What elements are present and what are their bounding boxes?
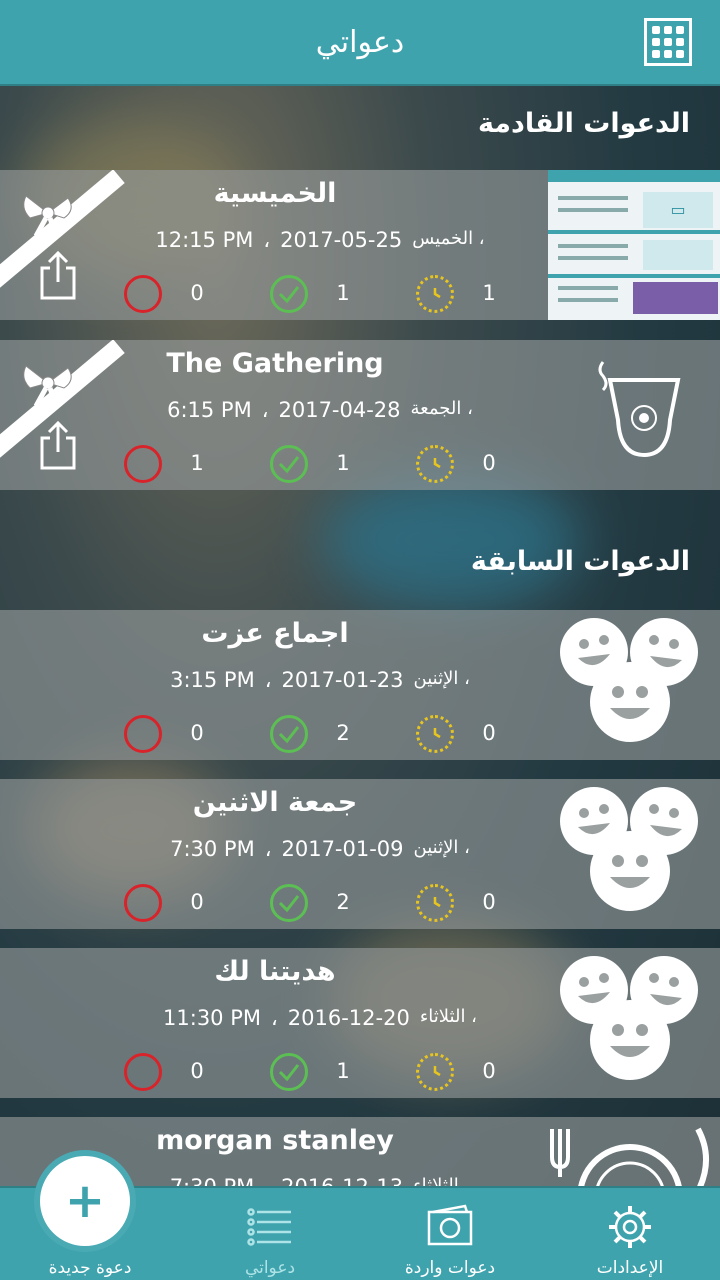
separator: ، — [271, 1006, 278, 1030]
invite-card[interactable]: جمعة الاثنين 7:30 PM ، 2017-01-09 الإثني… — [0, 779, 720, 929]
share-icon[interactable] — [38, 420, 78, 472]
accepted-count: 1 — [336, 281, 350, 305]
tab-my-invites[interactable]: دعواتي — [180, 1188, 360, 1280]
pending-clock-icon — [416, 715, 454, 753]
section-title-upcoming: الدعوات القادمة — [477, 108, 690, 139]
screenshot-thumbnail: ▭ — [548, 170, 720, 320]
accepted-icon — [270, 884, 308, 922]
separator: ، — [261, 398, 269, 422]
declined-icon — [124, 715, 162, 753]
tab-settings[interactable]: الإعدادات — [540, 1188, 720, 1280]
invite-date: 2017-05-25 — [280, 228, 403, 252]
invite-day: الإثنين ، — [413, 837, 470, 858]
incoming-card-icon — [427, 1204, 473, 1246]
svg-text:▭: ▭ — [670, 200, 685, 219]
smiley-group-icon — [560, 787, 698, 911]
tab-label: الإعدادات — [596, 1258, 664, 1278]
invite-date: 2017-01-09 — [281, 837, 404, 861]
invite-card[interactable]: الخميسية 12:15 PM ، 2017-05-25 الخميس ، … — [0, 170, 720, 320]
declined-count: 0 — [190, 1059, 204, 1083]
rsvp-stats: 0 1 0 — [120, 1053, 510, 1093]
invite-date: 2017-01-23 — [281, 668, 404, 692]
invite-time: 7:30 PM — [170, 837, 255, 861]
invite-name: The Gathering — [166, 348, 384, 379]
pending-count: 0 — [482, 1059, 496, 1083]
accepted-count: 1 — [336, 451, 350, 475]
invite-time: 11:30 PM — [163, 1006, 261, 1030]
plate-cutlery-icon — [550, 1127, 709, 1197]
tab-incoming[interactable]: دعوات واردة — [360, 1188, 540, 1280]
pending-clock-icon — [416, 275, 454, 313]
invite-time: 3:15 PM — [170, 668, 255, 692]
accepted-icon — [270, 715, 308, 753]
invite-day: الإثنين ، — [413, 668, 470, 689]
pending-clock-icon — [416, 445, 454, 483]
declined-icon — [124, 1053, 162, 1091]
background-bokeh — [320, 470, 580, 610]
pending-count: 0 — [482, 451, 496, 475]
invite-card[interactable]: The Gathering 6:15 PM ، 2017-04-28 الجمع… — [0, 340, 720, 490]
rsvp-stats: 0 2 0 — [120, 715, 510, 755]
invite-datetime: 3:15 PM ، 2017-01-23 الإثنين ، — [90, 668, 550, 692]
pending-clock-icon — [416, 884, 454, 922]
tab-label: دعوات واردة — [404, 1258, 496, 1278]
tab-label: دعوة جديدة — [48, 1258, 132, 1278]
invite-time: 12:15 PM — [155, 228, 254, 252]
separator: ، — [263, 228, 271, 252]
accepted-count: 2 — [336, 721, 350, 745]
coffee-cup-icon — [598, 361, 681, 458]
new-invite-button[interactable]: + — [34, 1150, 136, 1252]
invite-day: الجمعة ، — [410, 398, 473, 419]
invite-card[interactable]: اجماع عزت 3:15 PM ، 2017-01-23 الإثنين ،… — [0, 610, 720, 760]
invite-time: 6:15 PM — [167, 398, 252, 422]
grid-logo-icon[interactable] — [644, 18, 692, 66]
invite-day: الخميس ، — [412, 228, 485, 249]
rsvp-stats: 0 1 1 — [120, 275, 510, 315]
accepted-icon — [270, 275, 308, 313]
accepted-count: 1 — [336, 1059, 350, 1083]
accepted-icon — [270, 445, 308, 483]
share-icon[interactable] — [38, 250, 78, 302]
accepted-icon — [270, 1053, 308, 1091]
invite-name: اجماع عزت — [201, 618, 349, 649]
pending-count: 0 — [482, 721, 496, 745]
smiley-group-icon — [560, 956, 698, 1080]
app-header: دعواتي — [0, 0, 720, 86]
separator: ، — [264, 837, 272, 861]
invite-date: 2016-12-20 — [287, 1006, 410, 1030]
separator: ، — [264, 668, 272, 692]
pending-clock-icon — [416, 1053, 454, 1091]
invite-card[interactable]: هديتنا لك 11:30 PM ، 2016-12-20 الثلاثاء… — [0, 948, 720, 1098]
declined-icon — [124, 275, 162, 313]
declined-count: 1 — [190, 451, 204, 475]
declined-count: 0 — [190, 890, 204, 914]
declined-icon — [124, 884, 162, 922]
tab-label: دعواتي — [244, 1258, 296, 1278]
invite-date: 2017-04-28 — [278, 398, 401, 422]
pending-count: 1 — [482, 281, 496, 305]
gear-icon — [609, 1206, 651, 1248]
rsvp-stats: 0 2 0 — [120, 884, 510, 924]
declined-icon — [124, 445, 162, 483]
invite-datetime: 7:30 PM ، 2017-01-09 الإثنين ، — [90, 837, 550, 861]
smiley-group-icon — [560, 618, 698, 742]
invite-datetime: 6:15 PM ، 2017-04-28 الجمعة ، — [90, 398, 550, 422]
declined-count: 0 — [190, 281, 204, 305]
invite-name: جمعة الاثنين — [192, 787, 358, 818]
invite-day: الثلاثاء ، — [419, 1006, 477, 1027]
rsvp-stats: 1 1 0 — [120, 445, 510, 485]
section-title-past: الدعوات السابقة — [470, 546, 690, 577]
list-icon — [247, 1208, 291, 1246]
page-title: دعواتي — [315, 24, 405, 60]
invite-name: الخميسية — [213, 178, 337, 209]
invite-name: هديتنا لك — [214, 956, 336, 987]
plus-icon: + — [64, 1173, 106, 1229]
accepted-count: 2 — [336, 890, 350, 914]
invite-datetime: 11:30 PM ، 2016-12-20 الثلاثاء ، — [90, 1006, 550, 1030]
pending-count: 0 — [482, 890, 496, 914]
declined-count: 0 — [190, 721, 204, 745]
invite-datetime: 12:15 PM ، 2017-05-25 الخميس ، — [90, 228, 550, 252]
